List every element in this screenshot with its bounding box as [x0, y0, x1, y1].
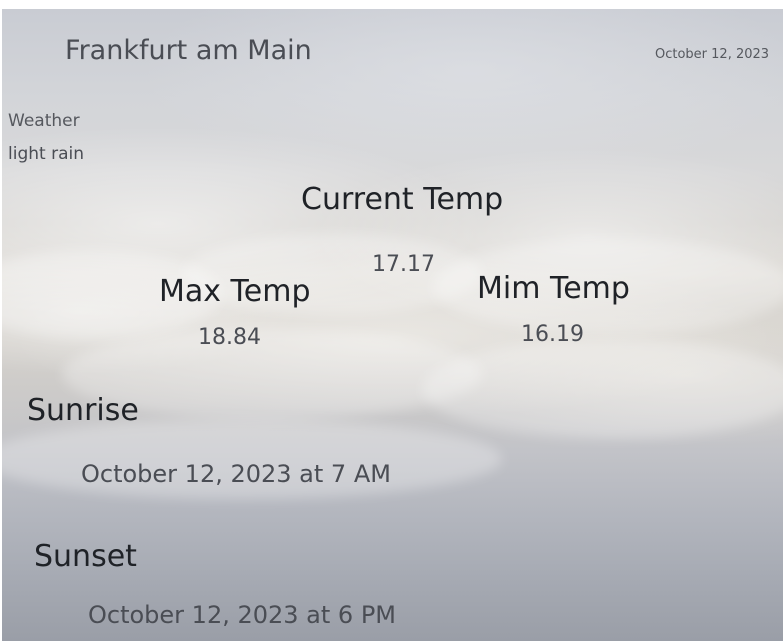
- sunrise-label: Sunrise: [27, 393, 139, 428]
- current-temp-value: 17.17: [372, 252, 435, 277]
- cloud-shape: [422, 339, 783, 439]
- weather-label: Weather: [8, 111, 80, 131]
- current-date: October 12, 2023: [655, 47, 770, 62]
- max-temp-label: Max Temp: [159, 274, 311, 309]
- weather-description: light rain: [8, 144, 84, 164]
- sunset-label: Sunset: [34, 539, 137, 574]
- city-title: Frankfurt am Main: [65, 35, 312, 66]
- min-temp-label: Mim Temp: [477, 271, 630, 306]
- sunset-value: October 12, 2023 at 6 PM: [88, 601, 397, 629]
- current-temp-label: Current Temp: [301, 182, 504, 217]
- max-temp-value: 18.84: [198, 325, 261, 350]
- min-temp-value: 16.19: [521, 322, 584, 347]
- sunrise-value: October 12, 2023 at 7 AM: [81, 460, 391, 488]
- weather-dashboard-background: Frankfurt am Main October 12, 2023 Weath…: [2, 9, 783, 641]
